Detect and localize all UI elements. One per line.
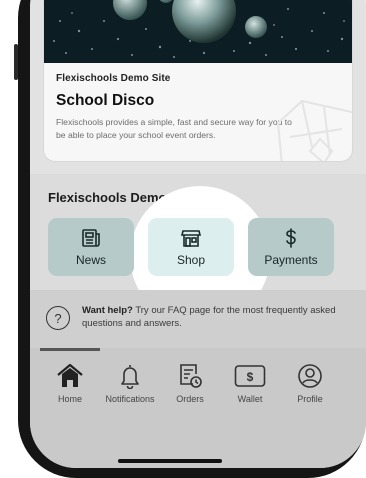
nav-profile-label: Profile [297, 394, 323, 404]
bottom-navigation: Home Notifications Orders $ Wallet Profi… [30, 348, 366, 468]
home-indicator [118, 459, 222, 463]
dollar-icon [280, 227, 302, 249]
news-tile[interactable]: News [48, 218, 134, 276]
home-icon [55, 362, 85, 390]
storefront-icon [180, 227, 202, 249]
help-lead: Want help? [82, 305, 133, 316]
screenshot: Flexischools Demo Site School Disco Flex… [0, 0, 366, 478]
bell-icon [118, 362, 142, 390]
decorative-map-icon [276, 99, 352, 161]
phone-frame: Flexischools Demo Site School Disco Flex… [18, 0, 366, 478]
nav-wallet-label: Wallet [237, 394, 263, 404]
disco-ball-image [44, 0, 352, 63]
event-card[interactable]: Flexischools Demo Site School Disco Flex… [43, 0, 353, 162]
help-banner[interactable]: ? Want help? Try our FAQ page for the mo… [30, 290, 366, 348]
phone-screen: Flexischools Demo Site School Disco Flex… [30, 0, 366, 468]
active-tab-indicator [40, 348, 100, 351]
shop-tile[interactable]: Shop [148, 218, 234, 276]
nav-wallet[interactable]: $ Wallet [218, 362, 282, 404]
nav-notifications[interactable]: Notifications [98, 362, 162, 404]
profile-icon [297, 362, 323, 390]
nav-home-label: Home [57, 394, 82, 404]
nav-profile[interactable]: Profile [278, 362, 342, 404]
nav-notifications-label: Notifications [105, 394, 155, 404]
newspaper-icon [80, 227, 102, 249]
orders-icon [177, 362, 203, 390]
nav-orders-label: Orders [176, 394, 204, 404]
question-icon: ? [46, 306, 70, 330]
home-content: Flexischools Demo Site School Disco Flex… [30, 0, 366, 388]
event-description: Flexischools provides a simple, fast and… [56, 117, 292, 140]
wallet-icon: $ [234, 362, 266, 390]
nav-home[interactable]: Home [38, 362, 102, 404]
nav-orders[interactable]: Orders [158, 362, 222, 404]
news-tile-label: News [75, 253, 106, 267]
shop-tile-label: Shop [176, 253, 206, 267]
payments-tile[interactable]: Payments [248, 218, 334, 276]
svg-text:$: $ [247, 370, 254, 384]
help-text: Want help? Try our FAQ page for the most… [82, 304, 352, 330]
payments-tile-label: Payments [264, 253, 318, 267]
